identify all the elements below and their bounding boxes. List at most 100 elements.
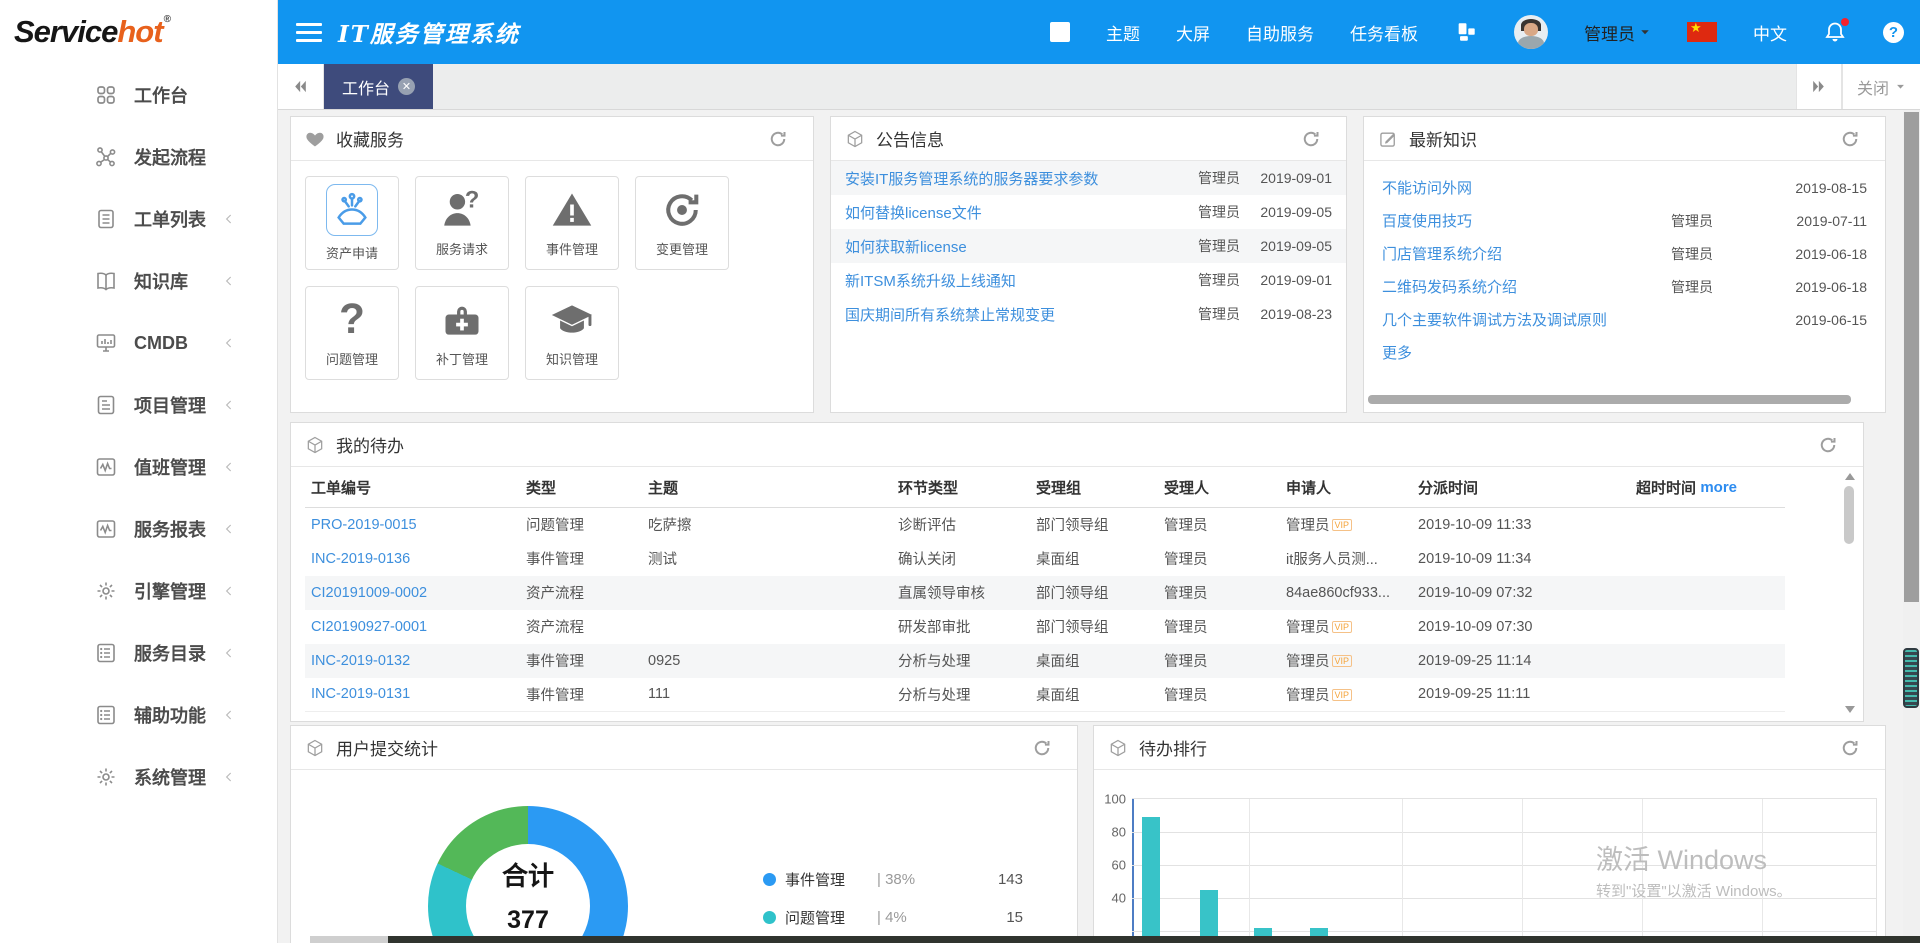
announcement-link[interactable]: 如何替换license文件 bbox=[845, 202, 1178, 223]
service-tile[interactable]: 变更管理 bbox=[635, 176, 729, 270]
sidebar-item[interactable]: 系统管理 bbox=[0, 746, 277, 808]
language-switch[interactable]: 中文 bbox=[1753, 20, 1787, 45]
order-id-link[interactable]: CI20190927-0001 bbox=[311, 619, 427, 635]
tabs-scroll-left-button[interactable] bbox=[278, 64, 324, 109]
service-tile[interactable]: 知识管理 bbox=[525, 286, 619, 380]
dashboard-grid-icon[interactable] bbox=[1454, 21, 1478, 43]
sidebar-item[interactable]: 知识库 bbox=[0, 250, 277, 312]
more-link[interactable]: more bbox=[1700, 479, 1737, 496]
order-id-link[interactable]: INC-2019-0136 bbox=[311, 551, 410, 567]
column-header[interactable]: 受理组 bbox=[1030, 467, 1158, 508]
service-tile[interactable]: 资产申请 bbox=[305, 176, 399, 270]
column-header[interactable]: 环节类型 bbox=[892, 467, 1030, 508]
knowledge-link[interactable]: 几个主要软件调试方法及调试原则 bbox=[1382, 309, 1671, 330]
order-id-link[interactable]: CI20191009-0002 bbox=[311, 585, 427, 601]
column-header[interactable]: 申请人 bbox=[1280, 467, 1412, 508]
sidebar-item[interactable]: 辅助功能 bbox=[0, 684, 277, 746]
page-scrollbar-thumb[interactable] bbox=[1904, 112, 1919, 602]
tabs-scroll-right-button[interactable] bbox=[1796, 64, 1842, 109]
column-header[interactable]: 主题 bbox=[642, 467, 892, 508]
announcement-row[interactable]: 新ITSM系统升级上线通知 管理员 2019-09-01 bbox=[831, 263, 1346, 297]
sidebar-item-label: 辅助功能 bbox=[134, 702, 221, 728]
column-header[interactable]: 受理人 bbox=[1158, 467, 1280, 508]
column-header[interactable]: 工单编号 bbox=[305, 467, 520, 508]
refresh-icon[interactable] bbox=[1032, 738, 1052, 758]
tab-close-icon[interactable]: ✕ bbox=[398, 78, 415, 95]
topbar-menu-item[interactable]: 自助服务 bbox=[1246, 20, 1314, 45]
column-header[interactable]: 分派时间 bbox=[1412, 467, 1630, 508]
horizontal-scrollbar-thumb[interactable] bbox=[1368, 395, 1851, 404]
topbar-menu-item[interactable]: 任务看板 bbox=[1350, 20, 1418, 45]
tab-workbench[interactable]: 工作台 ✕ bbox=[324, 64, 433, 109]
user-avatar[interactable] bbox=[1514, 15, 1548, 49]
announcement-row[interactable]: 安装IT服务管理系统的服务器要求参数 管理员 2019-09-01 bbox=[831, 161, 1346, 195]
sidebar-item[interactable]: 工作台 bbox=[0, 64, 277, 126]
close-tabs-dropdown[interactable]: 关闭 bbox=[1842, 64, 1920, 109]
knowledge-link[interactable]: 百度使用技巧 bbox=[1382, 210, 1671, 231]
user-menu[interactable]: 管理员 bbox=[1584, 20, 1651, 45]
fullscreen-icon[interactable] bbox=[1050, 22, 1070, 42]
todo-row[interactable]: PRO-2019-0015 问题管理 吃萨擦 诊断评估 部门领导组 管理员 管理… bbox=[305, 508, 1785, 542]
refresh-icon[interactable] bbox=[1818, 435, 1838, 455]
sidebar-item[interactable]: 服务报表 bbox=[0, 498, 277, 560]
refresh-icon[interactable] bbox=[1301, 129, 1321, 149]
notification-bell-icon[interactable] bbox=[1823, 20, 1847, 44]
knowledge-row[interactable]: 二维码发码系统介绍 管理员 2019-06-18 bbox=[1364, 270, 1885, 303]
topbar-menu-item[interactable]: 主题 bbox=[1106, 20, 1140, 45]
todo-row[interactable]: CI20190927-0001 资产流程 研发部审批 部门领导组 管理员 管理员… bbox=[305, 610, 1785, 644]
sidebar-item[interactable]: CMDB bbox=[0, 312, 277, 374]
refresh-icon[interactable] bbox=[1840, 738, 1860, 758]
content-area: 收藏服务 资产申请 ? 服务请求 事件管理 bbox=[278, 110, 1903, 943]
todo-row[interactable]: CI20191009-0002 资产流程 直属领导审核 部门领导组 管理员 84… bbox=[305, 576, 1785, 610]
cube-icon bbox=[305, 738, 325, 758]
china-flag-icon[interactable]: ★ bbox=[1687, 22, 1717, 42]
scroll-up-arrow[interactable] bbox=[1845, 473, 1855, 480]
column-header[interactable]: 类型 bbox=[520, 467, 642, 508]
todo-row[interactable]: INC-2019-0131 事件管理 111 分析与处理 桌面组 管理员 管理员… bbox=[305, 678, 1785, 712]
announcement-link[interactable]: 如何获取新license bbox=[845, 236, 1178, 257]
todo-row[interactable]: INC-2019-0136 事件管理 测试 确认关闭 桌面组 管理员 it服务人… bbox=[305, 542, 1785, 576]
announcement-row[interactable]: 如何替换license文件 管理员 2019-09-05 bbox=[831, 195, 1346, 229]
table-vertical-scrollbar[interactable] bbox=[1842, 473, 1857, 713]
sidebar-item[interactable]: 发起流程 bbox=[0, 126, 277, 188]
todo-assignee: 管理员 bbox=[1158, 644, 1280, 678]
service-tile[interactable]: 事件管理 bbox=[525, 176, 619, 270]
todo-timeout bbox=[1630, 576, 1785, 610]
announcement-row[interactable]: 如何获取新license 管理员 2019-09-05 bbox=[831, 229, 1346, 263]
order-id-link[interactable]: INC-2019-0131 bbox=[311, 686, 410, 702]
help-icon[interactable]: ? bbox=[1883, 22, 1904, 43]
service-tile[interactable]: 补丁管理 bbox=[415, 286, 509, 380]
service-tile[interactable]: ? 问题管理 bbox=[305, 286, 399, 380]
topbar-menu-item[interactable]: 大屏 bbox=[1176, 20, 1210, 45]
knowledge-link[interactable]: 不能访问外网 bbox=[1382, 177, 1671, 198]
knowledge-link[interactable]: 门店管理系统介绍 bbox=[1382, 243, 1671, 264]
scrollbar-marker-widget[interactable] bbox=[1903, 648, 1919, 708]
announcement-link[interactable]: 安装IT服务管理系统的服务器要求参数 bbox=[845, 168, 1178, 189]
hamburger-menu-icon[interactable] bbox=[296, 18, 322, 47]
knowledge-row[interactable]: 不能访问外网 2019-08-15 bbox=[1364, 171, 1885, 204]
announcement-row[interactable]: 国庆期间所有系统禁止常规变更 管理员 2019-08-23 bbox=[831, 297, 1346, 331]
order-id-link[interactable]: INC-2019-0132 bbox=[311, 653, 410, 669]
horizontal-scrollbar-segment[interactable] bbox=[310, 936, 388, 943]
sidebar-item[interactable]: 服务目录 bbox=[0, 622, 277, 684]
chevron-left-icon bbox=[221, 459, 237, 475]
knowledge-row[interactable]: 门店管理系统介绍 管理员 2019-06-18 bbox=[1364, 237, 1885, 270]
sidebar-item[interactable]: 值班管理 bbox=[0, 436, 277, 498]
refresh-icon[interactable] bbox=[768, 129, 788, 149]
knowledge-row[interactable]: 几个主要软件调试方法及调试原则 2019-06-15 bbox=[1364, 303, 1885, 336]
scroll-down-arrow[interactable] bbox=[1845, 706, 1855, 713]
sidebar-item[interactable]: 工单列表 bbox=[0, 188, 277, 250]
sidebar-item[interactable]: 项目管理 bbox=[0, 374, 277, 436]
order-id-link[interactable]: PRO-2019-0015 bbox=[311, 517, 417, 533]
todo-row[interactable]: INC-2019-0132 事件管理 0925 分析与处理 桌面组 管理员 管理… bbox=[305, 644, 1785, 678]
announcement-link[interactable]: 新ITSM系统升级上线通知 bbox=[845, 270, 1178, 291]
sidebar-item[interactable]: 引擎管理 bbox=[0, 560, 277, 622]
scrollbar-thumb[interactable] bbox=[1844, 486, 1854, 544]
knowledge-row[interactable]: 百度使用技巧 管理员 2019-07-11 bbox=[1364, 204, 1885, 237]
announcement-link[interactable]: 国庆期间所有系统禁止常规变更 bbox=[845, 304, 1178, 325]
more-link[interactable]: 更多 bbox=[1364, 336, 1430, 369]
knowledge-link[interactable]: 二维码发码系统介绍 bbox=[1382, 276, 1671, 297]
service-tile[interactable]: ? 服务请求 bbox=[415, 176, 509, 270]
servicehot-logo[interactable]: Servicehot® bbox=[0, 0, 277, 64]
refresh-icon[interactable] bbox=[1840, 129, 1860, 149]
